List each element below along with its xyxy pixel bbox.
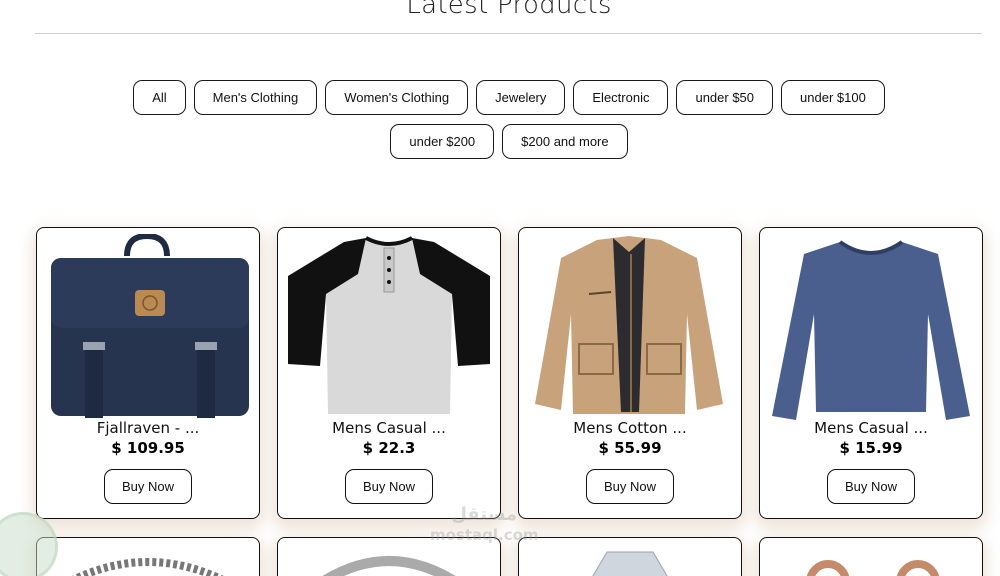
product-name: Mens Casual ... [814,419,928,437]
watermark-arabic: مستقل [451,504,518,525]
filter-womens-clothing-button[interactable]: Women's Clothing [325,80,469,115]
bracelet-image [45,546,251,576]
ring-image [286,546,492,576]
filter-200-and-more-button[interactable]: $200 and more [502,124,628,159]
filter-under-100-button[interactable]: under $100 [781,80,885,115]
product-price: $ 109.95 [111,439,185,457]
jacket-image [527,234,733,420]
page-title: Latest Products [406,0,612,20]
backpack-image [45,234,251,420]
buy-now-button[interactable]: Buy Now [827,469,915,504]
product-card [36,537,260,576]
filter-under-50-button[interactable]: under $50 [676,80,774,115]
product-card: Fjallraven - ... $ 109.95 Buy Now [36,227,260,519]
watermark: مستقل mostaql.com [430,505,539,545]
filter-all-button[interactable]: All [133,80,186,115]
product-card: Mens Casual ... $ 15.99 Buy Now [759,227,983,519]
product-price: $ 15.99 [839,439,903,457]
earrings-image [768,546,974,576]
title-divider [35,33,982,34]
product-card [759,537,983,576]
buy-now-button[interactable]: Buy Now [345,469,433,504]
watermark-latin: mostaql.com [430,526,539,544]
filter-mens-clothing-button[interactable]: Men's Clothing [193,80,318,115]
product-name: Fjallraven - ... [96,419,200,437]
product-card: Mens Cotton ... $ 55.99 Buy Now [518,227,742,519]
buy-now-button[interactable]: Buy Now [586,469,674,504]
watermark-logo-icon [0,512,58,576]
product-card: Mens Casual ... $ 22.3 Buy Now [277,227,501,519]
filter-electronic-button[interactable]: Electronic [573,80,669,115]
longsleeve-shirt-image [768,234,974,420]
diamond-ring-image [527,546,733,576]
product-name: Mens Casual ... [332,419,446,437]
category-filter-bar: All Men's Clothing Women's Clothing Jewe… [88,80,930,159]
buy-now-button[interactable]: Buy Now [104,469,192,504]
product-price: $ 22.3 [362,439,416,457]
product-name: Mens Cotton ... [573,419,687,437]
filter-under-200-button[interactable]: under $200 [390,124,495,159]
raglan-tshirt-image [286,234,492,420]
product-card [518,537,742,576]
filter-jewelery-button[interactable]: Jewelery [476,80,566,115]
product-price: $ 55.99 [598,439,662,457]
